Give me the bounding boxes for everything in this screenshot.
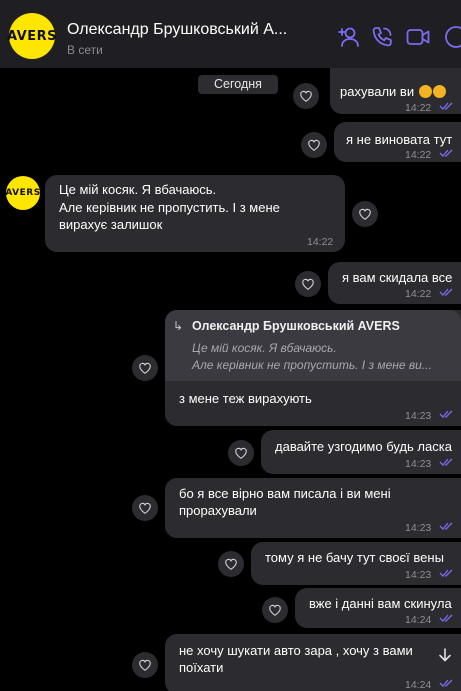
message-text: вже і данні вам скинула [309,596,452,611]
read-checks-icon [439,410,453,418]
contact-status: В сети [67,43,103,57]
read-checks-icon [439,569,453,577]
message-bubble-outgoing[interactable]: бо я все вірно вам писала і ви мені прор… [165,478,461,538]
quoted-text-line: Це мій косяк. Я вбачаюсь. [192,341,337,355]
like-icon[interactable] [262,597,288,623]
read-checks-icon [439,102,453,110]
message-bubble-outgoing[interactable]: не хочу шукати авто зара , хочу з вами п… [165,634,461,691]
chat-area[interactable]: Сегодня рахували ви 14:22 я не виновата … [0,68,461,691]
message-bubble-outgoing[interactable]: давайте узгодимо будь ласка 14:23 [261,430,461,474]
message-bubble-outgoing[interactable]: я вам скидала все 14:22 [328,262,461,304]
message-time: 14:23 [405,458,432,470]
like-icon[interactable] [295,271,321,297]
add-user-icon[interactable] [336,24,362,50]
message-text: я не виновата тут [346,132,453,147]
read-checks-icon [439,288,453,296]
message-time: 14:22 [405,149,432,161]
message-time: 14:23 [405,522,432,534]
video-icon[interactable] [405,24,431,50]
message-bubble-outgoing[interactable]: вже і данні вам скинула 14:24 [295,588,461,628]
like-icon[interactable] [218,551,244,577]
message-text: рахували ви [340,83,446,100]
message-text-line: вирахує залишок [59,217,163,232]
date-separator: Сегодня [198,75,278,94]
contact-avatar[interactable]: AVERS [7,13,57,59]
like-icon[interactable] [293,83,319,109]
read-checks-icon [439,522,453,530]
message-text: з мене теж вирахують [179,391,312,406]
read-checks-icon [439,679,453,687]
arrow-down-icon [439,648,451,662]
message-bubble-outgoing[interactable]: тому я не бачу тут своєї вены 14:23 [251,542,461,585]
more-options-icon[interactable] [443,24,461,50]
reply-arrow-icon: ↳ [173,319,184,333]
avatar-logo-text: AVERS [7,28,57,44]
message-time: 14:23 [405,569,432,581]
quoted-author: Олександр Брушковський AVERS [192,319,400,333]
message-time: 14:24 [405,679,432,691]
like-icon[interactable] [352,201,378,227]
avatar-logo-text: AVERS [5,188,41,198]
message-time: 14:22 [307,236,334,248]
message-text-line: поїхати [179,660,224,675]
like-icon[interactable] [132,355,158,381]
weary-face-emoji-icon [432,85,446,98]
contact-avatar-small[interactable]: AVERS [5,176,41,210]
message-text: давайте узгодимо будь ласка [275,439,452,454]
message-time: 14:24 [405,614,432,626]
scroll-to-bottom-button[interactable] [430,640,460,670]
message-bubble-outgoing[interactable]: ↳ Олександр Брушковський AVERS Це мій ко… [165,310,461,426]
read-checks-icon [439,614,453,622]
chat-header: AVERS Олександр Брушковський A... В сети [0,0,461,68]
like-icon[interactable] [132,652,158,678]
like-icon[interactable] [228,440,254,466]
message-bubble-outgoing[interactable]: я не виновата тут 14:22 [334,122,461,162]
message-time: 14:22 [405,288,432,300]
quoted-reply[interactable]: ↳ Олександр Брушковський AVERS Це мій ко… [165,310,461,382]
read-checks-icon [439,458,453,466]
message-bubble-outgoing[interactable]: рахували ви 14:22 [330,68,461,114]
quoted-text-line: Але керівник не пропустить. І з мене ви.… [192,358,432,372]
like-icon[interactable] [301,132,327,158]
read-checks-icon [439,149,453,157]
message-bubble-incoming[interactable]: Це мій косяк. Я вбачаюсь. Але керівник н… [45,175,345,252]
contact-name[interactable]: Олександр Брушковський A... [67,21,287,39]
message-text-line: не хочу шукати авто зара , хочу з вами [179,643,413,658]
message-text-line: прорахували [179,503,257,518]
message-time: 14:22 [405,102,432,114]
weary-face-emoji-icon [418,85,432,98]
message-text-line: Але керівник не пропустить. І з мене [59,200,280,215]
message-text: я вам скидала все [342,270,453,285]
phone-icon[interactable] [369,24,395,50]
message-text: тому я не бачу тут своєї вены [265,550,444,565]
message-time: 14:23 [405,410,432,422]
message-text-line: бо я все вірно вам писала і ви мені [179,486,391,501]
like-icon[interactable] [132,495,158,521]
message-text-line: Це мій косяк. Я вбачаюсь. [59,182,217,197]
